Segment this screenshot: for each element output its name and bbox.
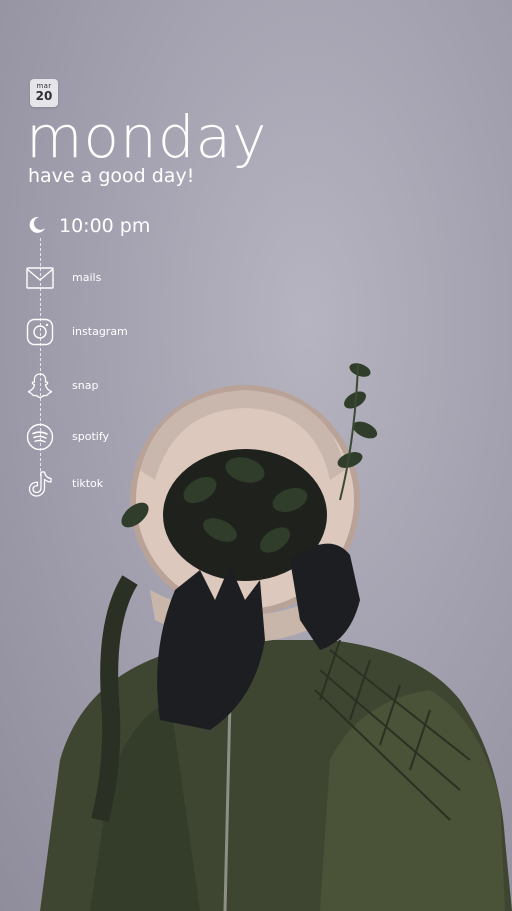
app-item-snap[interactable]: snap (26, 372, 226, 400)
app-label-tiktok: tiktok (72, 477, 104, 490)
app-label-mails: mails (72, 271, 102, 284)
app-item-mails[interactable]: mails (26, 264, 226, 292)
app-label-snap: snap (72, 379, 99, 392)
snapchat-icon (27, 373, 53, 399)
app-item-spotify[interactable]: spotify (26, 423, 226, 451)
tiktok-icon (28, 471, 52, 497)
app-label-instagram: instagram (72, 325, 128, 338)
instagram-icon (26, 318, 54, 346)
mail-icon (26, 267, 54, 289)
app-item-instagram[interactable]: instagram (26, 318, 226, 346)
greeting-text: have a good day! (28, 165, 195, 187)
time-text: 10:00 pm (59, 215, 151, 237)
app-label-spotify: spotify (72, 430, 110, 443)
spotify-icon (26, 423, 54, 451)
app-item-tiktok[interactable]: tiktok (26, 470, 226, 498)
moon-icon (29, 216, 45, 233)
